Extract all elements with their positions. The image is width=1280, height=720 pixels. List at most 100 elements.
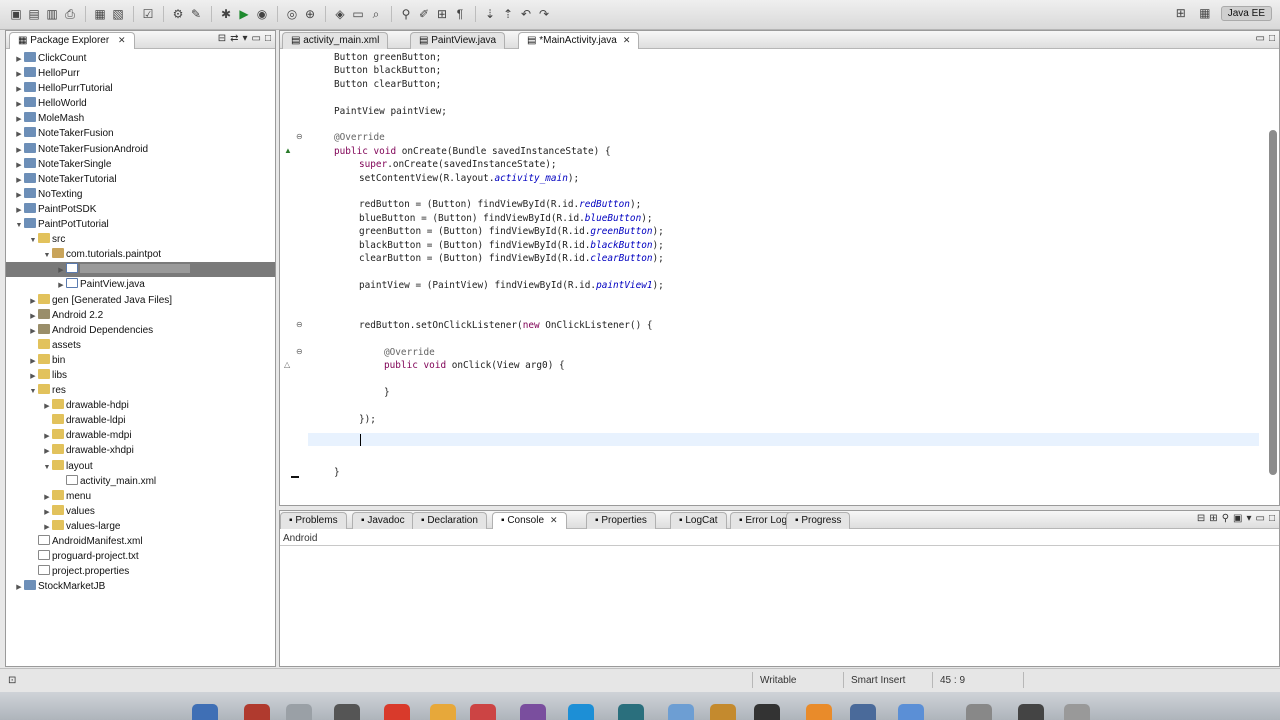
finder-dock-icon[interactable] <box>192 704 218 720</box>
tree-item[interactable]: ▶ NoteTakerFusionAndroid <box>6 142 275 157</box>
tree-item[interactable]: ▶ MoleMash <box>6 111 275 126</box>
tree-item[interactable]: ▶ HelloPurrTutorial <box>6 81 275 96</box>
collapsed-twisty-icon[interactable]: ▶ <box>42 505 52 520</box>
collapsed-twisty-icon[interactable]: ▶ <box>56 263 66 278</box>
tree-item[interactable]: ▶ drawable-hdpi <box>6 398 275 413</box>
maximize-icon[interactable]: □ <box>1269 513 1275 524</box>
java-ee-perspective-button[interactable]: Java EE <box>1220 5 1272 21</box>
collapsed-twisty-icon[interactable]: ▶ <box>14 188 24 203</box>
tree-item[interactable]: drawable-ldpi <box>6 413 275 428</box>
app-dock-icon[interactable] <box>1018 704 1044 720</box>
collapse-all-icon[interactable]: ⊟ <box>218 33 226 44</box>
tree-item[interactable]: ▶ libs <box>6 368 275 383</box>
debug-icon[interactable]: ✱ <box>218 6 234 22</box>
minimize-icon[interactable]: ▭ <box>1256 33 1265 44</box>
collapsed-twisty-icon[interactable]: ▶ <box>14 158 24 173</box>
open-type-icon[interactable]: ◈ <box>332 6 348 22</box>
tree-item[interactable]: ▼ src <box>6 232 275 247</box>
wizard-icon[interactable]: ✎ <box>188 6 204 22</box>
back-icon[interactable]: ↶ <box>518 6 534 22</box>
editor-tab[interactable]: ▤ activity_main.xml <box>282 32 389 49</box>
display-console-icon[interactable]: ▣ <box>1233 513 1242 524</box>
fast-view-icon[interactable]: ⊡ <box>8 675 16 686</box>
tree-item[interactable]: project.properties <box>6 564 275 579</box>
bottom-tab[interactable]: ▪ Progress <box>786 512 851 529</box>
bottom-tab[interactable]: ▪ Javadoc <box>352 512 414 529</box>
tree-item[interactable]: ▼ res <box>6 383 275 398</box>
tree-item[interactable]: ▼ com.tutorials.paintpot <box>6 247 275 262</box>
pin-console-icon[interactable]: ⚲ <box>1222 513 1229 524</box>
tree-item[interactable]: ▶ NoteTakerSingle <box>6 157 275 172</box>
app-dock-icon[interactable] <box>618 704 644 720</box>
console-output[interactable] <box>280 545 1279 666</box>
editor-tab[interactable]: ▤ *MainActivity.java ✕ <box>518 32 640 49</box>
collapsed-twisty-icon[interactable]: ▶ <box>42 429 52 444</box>
collapsed-twisty-icon[interactable]: ▶ <box>42 520 52 535</box>
tree-item[interactable]: ▶ ClickCount <box>6 51 275 66</box>
app-dock-icon[interactable] <box>966 704 992 720</box>
tree-item[interactable]: ▶ menu <box>6 489 275 504</box>
fold-icon[interactable]: ⊖ <box>296 132 303 141</box>
forward-icon[interactable]: ↷ <box>536 6 552 22</box>
tree-item[interactable]: ▶ HelloWorld <box>6 96 275 111</box>
expanded-twisty-icon[interactable]: ▼ <box>28 233 38 248</box>
app-dock-icon[interactable] <box>806 704 832 720</box>
collapsed-twisty-icon[interactable]: ▶ <box>14 67 24 82</box>
tree-item[interactable]: ▼ PaintPotTutorial <box>6 217 275 232</box>
tree-item[interactable]: ▶ drawable-mdpi <box>6 428 275 443</box>
mark-occurrences-icon[interactable]: ✐ <box>416 6 432 22</box>
tree-item[interactable]: ▶ Android 2.2 <box>6 308 275 323</box>
show-whitespace-icon[interactable]: ¶ <box>452 6 468 22</box>
chrome-dock-icon[interactable] <box>384 704 410 720</box>
bottom-tab[interactable]: ▪ Properties <box>586 512 656 529</box>
collapsed-twisty-icon[interactable]: ▶ <box>14 127 24 142</box>
collapsed-twisty-icon[interactable]: ▶ <box>14 112 24 127</box>
link-editor-icon[interactable]: ⇄ <box>230 33 238 44</box>
clear-console-icon[interactable]: ⊟ <box>1197 513 1205 524</box>
app-dock-icon[interactable] <box>286 704 312 720</box>
minimize-icon[interactable]: ▭ <box>252 33 261 44</box>
expanded-twisty-icon[interactable]: ▼ <box>42 248 52 263</box>
app-dock-icon[interactable] <box>470 704 496 720</box>
tree-item[interactable]: ▶ NoteTakerFusion <box>6 126 275 141</box>
external-tools-icon[interactable]: ◉ <box>254 6 270 22</box>
collapsed-twisty-icon[interactable]: ▶ <box>42 399 52 414</box>
collapsed-twisty-icon[interactable]: ▶ <box>42 490 52 505</box>
tree-item[interactable]: ▶ NoteTakerTutorial <box>6 172 275 187</box>
save-all-icon[interactable]: ▥ <box>44 6 60 22</box>
collapsed-twisty-icon[interactable]: ▶ <box>14 52 24 67</box>
server-icon[interactable]: ⚙ <box>170 6 186 22</box>
collapsed-twisty-icon[interactable]: ▶ <box>14 143 24 158</box>
app-dock-icon[interactable] <box>334 704 360 720</box>
terminal-dock-icon[interactable] <box>754 704 780 720</box>
prev-annotation-icon[interactable]: ⇡ <box>500 6 516 22</box>
bottom-tab[interactable]: ▪ Declaration <box>412 512 487 529</box>
expanded-twisty-icon[interactable]: ▼ <box>42 460 52 475</box>
collapsed-twisty-icon[interactable]: ▶ <box>28 369 38 384</box>
maximize-icon[interactable]: □ <box>265 33 271 44</box>
collapsed-twisty-icon[interactable]: ▶ <box>14 173 24 188</box>
block-selection-icon[interactable]: ⊞ <box>434 6 450 22</box>
expanded-twisty-icon[interactable]: ▼ <box>28 384 38 399</box>
scroll-lock-icon[interactable]: ⊞ <box>1209 513 1217 524</box>
app-dock-icon[interactable] <box>668 704 694 720</box>
editor-scrollbar[interactable] <box>1269 130 1277 475</box>
collapsed-twisty-icon[interactable]: ▶ <box>14 97 24 112</box>
tree-item[interactable]: ▶ HelloPurr <box>6 66 275 81</box>
collapsed-twisty-icon[interactable]: ▶ <box>28 294 38 309</box>
view-menu-icon[interactable]: ▾ <box>1246 513 1251 524</box>
task-icon[interactable]: ☑ <box>140 6 156 22</box>
run-icon[interactable]: ▶ <box>236 6 252 22</box>
tree-item[interactable]: ▶ gen [Generated Java Files] <box>6 293 275 308</box>
tree-item[interactable]: proguard-project.txt <box>6 549 275 564</box>
collapsed-twisty-icon[interactable]: ▶ <box>42 444 52 459</box>
app-dock-icon[interactable] <box>244 704 270 720</box>
app-dock-icon[interactable] <box>898 704 924 720</box>
sdk-manager-icon[interactable]: ▦ <box>92 6 108 22</box>
next-annotation-icon[interactable]: ⇣ <box>482 6 498 22</box>
fold-icon[interactable]: ⊖ <box>296 347 303 356</box>
tree-item[interactable]: ▶ <box>6 262 275 278</box>
view-menu-icon[interactable]: ▾ <box>242 33 247 44</box>
save-icon[interactable]: ▤ <box>26 6 42 22</box>
tree-item[interactable]: ▶ values-large <box>6 519 275 534</box>
